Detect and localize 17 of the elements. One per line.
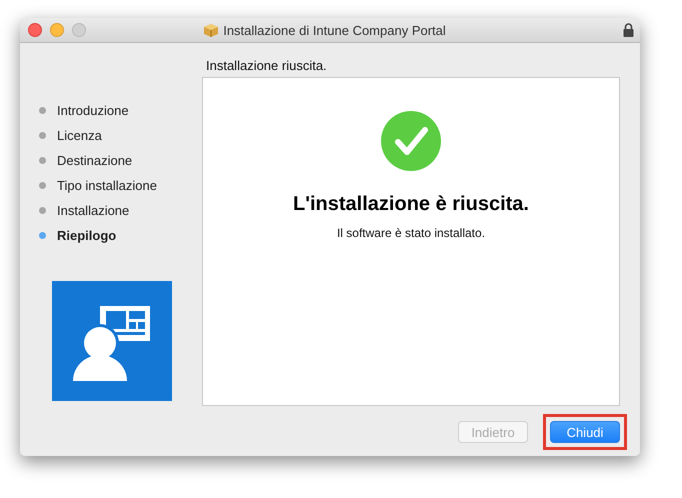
step-label: Installazione <box>57 203 130 218</box>
step-label: Tipo installazione <box>57 178 157 193</box>
step-label: Licenza <box>57 128 102 143</box>
minimize-button[interactable] <box>50 23 64 37</box>
page-heading: Installazione riuscita. <box>205 57 328 75</box>
result-title: L'installazione è riuscita. <box>293 193 529 216</box>
close-button[interactable]: Chiudi <box>550 421 620 443</box>
step-label: Riepilogo <box>57 228 116 243</box>
step-label: Destinazione <box>57 153 132 168</box>
zoom-button[interactable] <box>72 23 86 37</box>
result-message: Il software è stato installato. <box>336 226 486 240</box>
close-button[interactable] <box>28 23 42 37</box>
lock-icon <box>623 23 634 37</box>
success-check-icon <box>381 111 441 171</box>
package-icon <box>203 23 220 37</box>
step-label: Introduzione <box>57 103 129 118</box>
window-title: Installazione di Intune Company Portal <box>223 22 446 38</box>
